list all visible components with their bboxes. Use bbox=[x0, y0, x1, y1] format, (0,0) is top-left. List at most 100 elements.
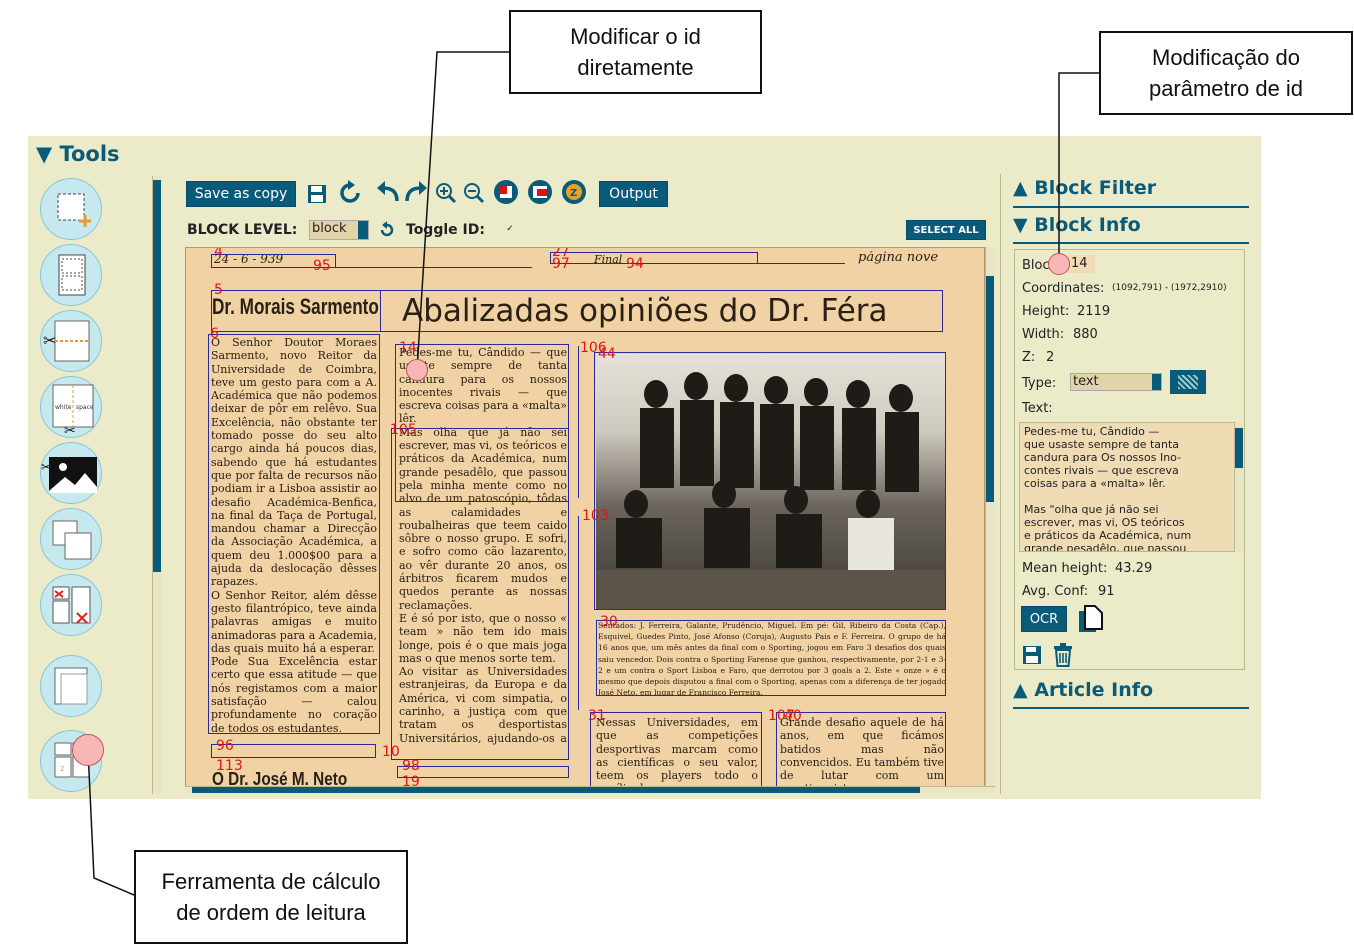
cut-horizontal-icon: ✂ bbox=[43, 320, 90, 362]
z-label: Z: bbox=[1022, 350, 1036, 365]
article-info-header[interactable]: ▲ Article Info bbox=[1013, 679, 1153, 701]
block-box-30[interactable] bbox=[596, 620, 946, 696]
block-id-label[interactable]: 14 bbox=[399, 340, 417, 356]
block-box-31[interactable] bbox=[590, 712, 762, 788]
ocr-button[interactable]: OCR bbox=[1021, 606, 1067, 632]
document-hscrollbar-thumb[interactable] bbox=[192, 787, 920, 793]
redo-icon[interactable] bbox=[402, 178, 430, 206]
add-block-icon bbox=[57, 193, 91, 227]
reset-level-icon[interactable] bbox=[376, 220, 398, 240]
tool-image-cut[interactable]: ✂ bbox=[40, 442, 102, 504]
z-value: 2 bbox=[1046, 350, 1055, 365]
document-vscrollbar-thumb[interactable] bbox=[986, 276, 994, 502]
block-id-label[interactable]: 30 bbox=[600, 614, 618, 630]
refresh-icon[interactable] bbox=[334, 178, 366, 208]
save-icon[interactable] bbox=[304, 181, 330, 207]
tool-white-space-cut[interactable]: white space ✂ bbox=[40, 376, 102, 439]
zoom-in-icon[interactable] bbox=[434, 180, 458, 206]
tool-cut-horizontal[interactable]: ✂ bbox=[40, 310, 102, 372]
block-box-44[interactable] bbox=[594, 352, 946, 610]
block-id-label[interactable]: 44 bbox=[598, 346, 616, 362]
block-id-label[interactable]: 98 bbox=[402, 758, 420, 774]
white-space-cut-icon: white space ✂ bbox=[52, 384, 94, 439]
save-block-icon[interactable] bbox=[1021, 644, 1043, 666]
block-text-area[interactable]: Pedes-me tu, Cândido — que usaste sempre… bbox=[1019, 422, 1235, 552]
block-id-label[interactable]: 105 bbox=[390, 422, 417, 438]
block-id-label[interactable]: 113 bbox=[216, 758, 243, 774]
tool-add-block[interactable] bbox=[40, 178, 102, 240]
panel-divider bbox=[1000, 174, 1001, 794]
block-id-label[interactable]: 31 bbox=[588, 708, 606, 724]
block-filter-rule bbox=[1013, 206, 1249, 208]
block-level-value: block bbox=[312, 221, 347, 236]
type-value: text bbox=[1073, 374, 1099, 389]
select-all-button[interactable]: SELECT ALL bbox=[906, 220, 986, 240]
block-id-label[interactable]: 94 bbox=[626, 256, 644, 272]
svg-text:✂: ✂ bbox=[43, 331, 56, 350]
block-id-label[interactable]: 95 bbox=[313, 258, 331, 274]
show-overlap-icon[interactable] bbox=[526, 178, 554, 206]
tools-title[interactable]: ▼ Tools bbox=[36, 142, 120, 166]
block-filter-title: Block Filter bbox=[1034, 177, 1157, 199]
block-box-6[interactable] bbox=[208, 334, 380, 734]
triangle-up-icon: ▲ bbox=[1013, 177, 1035, 199]
block-id-label[interactable]: 97 bbox=[552, 256, 570, 272]
merge-blocks-icon bbox=[54, 667, 88, 705]
copy-icon[interactable] bbox=[1075, 604, 1107, 634]
block-id-label[interactable]: 103 bbox=[582, 508, 609, 524]
show-blocks-icon[interactable] bbox=[492, 178, 520, 206]
block-id-label[interactable]: 6 bbox=[210, 326, 219, 342]
text-scrollbar-thumb[interactable] bbox=[1235, 428, 1243, 468]
block-box-94[interactable] bbox=[622, 260, 845, 264]
output-button[interactable]: Output bbox=[599, 181, 668, 207]
image-cut-icon: ✂ bbox=[41, 457, 97, 493]
tool-delete-blocks[interactable] bbox=[40, 574, 102, 636]
texture-button[interactable] bbox=[1170, 370, 1206, 394]
svg-text:space: space bbox=[76, 404, 94, 411]
article-info-title: Article Info bbox=[1034, 679, 1154, 701]
tools-scrollbar-thumb[interactable] bbox=[153, 180, 161, 572]
pattern-icon bbox=[1178, 375, 1198, 389]
toggle-id-checkbox[interactable]: ✓ bbox=[504, 223, 516, 235]
type-select[interactable]: text bbox=[1070, 373, 1162, 391]
block-box-author[interactable] bbox=[211, 290, 381, 332]
mean-height-value: 43.29 bbox=[1115, 561, 1153, 576]
block-id-label[interactable]: 96 bbox=[216, 738, 234, 754]
z-order-icon[interactable]: Z bbox=[560, 178, 588, 206]
doc-page-label: página nove bbox=[858, 251, 939, 265]
zoom-out-icon[interactable] bbox=[462, 180, 486, 206]
block-filter-header[interactable]: ▲ Block Filter bbox=[1013, 177, 1156, 199]
block-box-103[interactable] bbox=[578, 516, 586, 710]
block-box-106[interactable] bbox=[578, 346, 586, 498]
width-label: Width: bbox=[1022, 327, 1065, 342]
block-level-select[interactable]: block bbox=[309, 220, 369, 240]
callout-marker-reading-order bbox=[72, 734, 104, 766]
tool-blocks-list[interactable] bbox=[40, 244, 102, 306]
chevron-down-icon bbox=[1152, 374, 1161, 390]
coordinates-label: Coordinates: bbox=[1022, 281, 1105, 296]
save-as-copy-button[interactable]: Save as copy bbox=[186, 181, 296, 207]
block-info-header[interactable]: ▼ Block Info bbox=[1013, 214, 1141, 236]
tool-overlap-blocks[interactable] bbox=[40, 508, 102, 570]
block-box-98[interactable] bbox=[397, 766, 569, 778]
block-id-label[interactable]: 40 bbox=[784, 708, 802, 724]
app-window: ▼ Tools ✂ white space ✂ ✂ 2 Save as copy… bbox=[28, 136, 1261, 799]
delete-blocks-icon bbox=[52, 586, 91, 624]
trash-icon[interactable] bbox=[1051, 642, 1075, 668]
document-viewer[interactable]: 24 - 6 - 939 Final página nove Dr. Morai… bbox=[185, 247, 985, 789]
type-label: Type: bbox=[1022, 376, 1057, 391]
overlap-blocks-icon bbox=[52, 520, 92, 560]
block-box-105[interactable] bbox=[391, 428, 569, 760]
tool-merge-blocks[interactable] bbox=[40, 655, 102, 717]
undo-icon[interactable] bbox=[374, 178, 402, 206]
block-box-96[interactable] bbox=[211, 744, 376, 758]
text-label: Text: bbox=[1022, 401, 1053, 416]
block-id-label[interactable]: 10 bbox=[382, 744, 400, 760]
height-label: Height: bbox=[1022, 304, 1070, 319]
triangle-up-icon: ▲ bbox=[1013, 679, 1035, 701]
block-id-label[interactable]: 4 bbox=[214, 248, 223, 260]
text-scrollbar[interactable] bbox=[1235, 422, 1243, 552]
svg-text:✂: ✂ bbox=[41, 460, 51, 474]
block-info-title: Block Info bbox=[1034, 214, 1141, 236]
block-id-label[interactable]: 5 bbox=[214, 282, 223, 298]
